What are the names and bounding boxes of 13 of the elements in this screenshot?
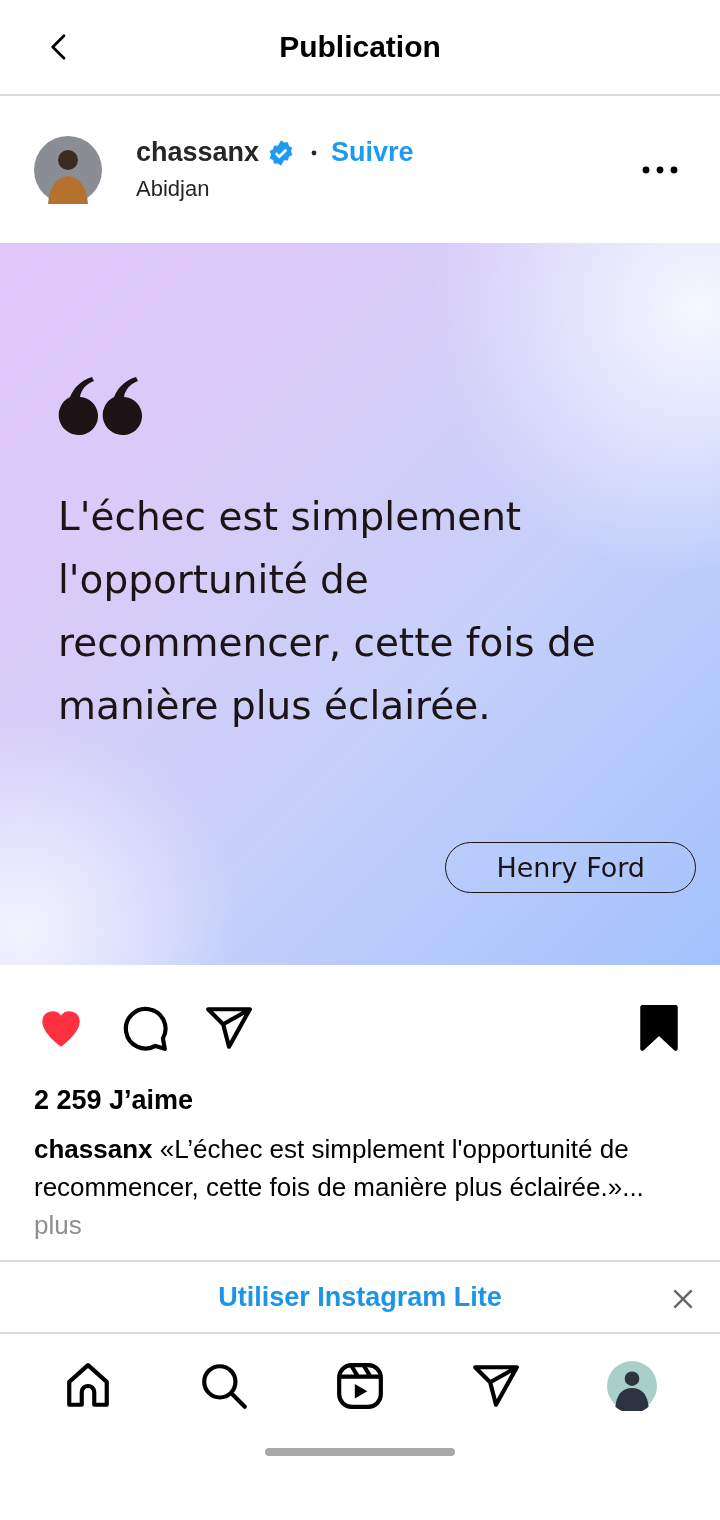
avatar[interactable] [34, 135, 102, 204]
profile-avatar[interactable] [607, 1361, 657, 1411]
username[interactable]: chassanx [136, 137, 260, 168]
caption-text: chassanx «L’échec est simplement l'opportunité de recommencer, cette fois de manière plus éclairée.»... [34, 1133, 645, 1204]
search-icon[interactable] [199, 1361, 249, 1411]
like-count[interactable]: 2 259 J’aime [34, 1085, 686, 1116]
reels-icon[interactable] [335, 1361, 385, 1411]
location[interactable]: Abidjan [136, 176, 642, 202]
quote-text: L'échec est simplement l'opportunité de recommencer, cette fois de manière plus éclairée. [58, 493, 597, 730]
dot-separator-icon [311, 149, 318, 156]
more-options-icon[interactable] [642, 165, 678, 174]
quote-mark-icon [58, 377, 142, 435]
page-title: Publication [279, 30, 441, 64]
